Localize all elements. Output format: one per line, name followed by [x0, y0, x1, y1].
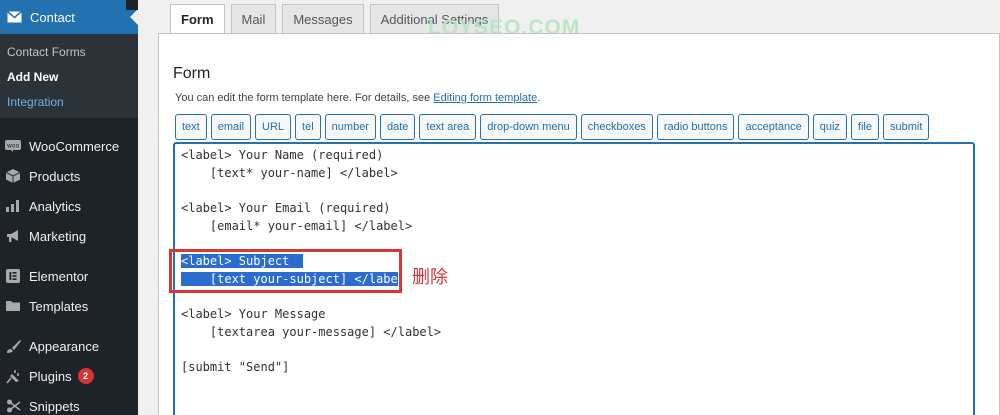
sidebar-item-snippets[interactable]: Snippets — [0, 392, 138, 415]
tab-mail[interactable]: Mail — [230, 4, 277, 33]
sidebar-item-elementor[interactable]: Elementor — [0, 262, 138, 290]
code-line: <label> Your Message — [181, 307, 326, 321]
tag-button-email[interactable]: email — [210, 114, 252, 140]
tag-button-tel[interactable]: tel — [295, 114, 321, 140]
annotation-highlight-box — [169, 249, 402, 293]
tag-button-file[interactable]: file — [850, 114, 879, 140]
description-text: You can edit the form template here. For… — [175, 92, 434, 104]
form-panel: Form You can edit the form template here… — [158, 33, 1000, 415]
sidebar-item-appearance[interactable]: Appearance — [0, 332, 138, 360]
tag-button-quiz[interactable]: quiz — [812, 114, 847, 140]
current-menu-arrow — [130, 9, 138, 25]
tag-button-number[interactable]: number — [324, 114, 376, 140]
tag-button-text[interactable]: text — [175, 114, 207, 140]
submenu-integration[interactable]: Integration — [7, 95, 64, 109]
update-count-badge: 2 — [77, 368, 94, 384]
megaphone-icon — [5, 228, 21, 244]
folder-icon — [5, 298, 21, 314]
submenu-contact-forms[interactable]: Contact Forms — [7, 45, 86, 59]
sidebar-item-label: Products — [29, 168, 81, 184]
sidebar-item-woocommerce[interactable]: woo WooCommerce — [0, 132, 138, 160]
sidebar-item-templates[interactable]: Templates — [0, 292, 138, 320]
code-line: [text* your-name] </label> — [181, 166, 398, 180]
tag-button-dropdown[interactable]: drop-down menu — [480, 114, 577, 140]
tag-button-acceptance[interactable]: acceptance — [738, 114, 809, 140]
code-line: <label> Your Email (required) — [181, 201, 391, 215]
annotation-delete-label: 删除 — [412, 267, 448, 288]
sidebar-item-label: Templates — [29, 298, 89, 314]
sidebar-item-label: Elementor — [29, 268, 89, 284]
sidebar-item-label: Marketing — [29, 228, 87, 244]
panel-title: Form — [173, 65, 211, 82]
admin-sidebar: Contact Contact Forms Add New Integratio… — [0, 0, 138, 415]
sidebar-item-label: Plugins — [29, 368, 72, 384]
box-icon — [5, 168, 21, 184]
editing-form-template-link[interactable]: Editing form template — [433, 92, 537, 104]
sidebar-item-label: Appearance — [29, 338, 100, 354]
code-line: [email* your-email] </label> — [181, 219, 413, 233]
woo-icon: woo — [5, 138, 21, 154]
bar-chart-icon — [5, 198, 21, 214]
tag-button-checkboxes[interactable]: checkboxes — [580, 114, 653, 140]
tag-button-radio[interactable]: radio buttons — [656, 114, 735, 140]
sidebar-item-label: WooCommerce — [29, 138, 120, 154]
tag-button-url[interactable]: URL — [255, 114, 292, 140]
elementor-icon — [5, 268, 21, 284]
tab-messages[interactable]: Messages — [282, 4, 364, 33]
tag-generator-buttons: text email URL tel number date text area… — [175, 114, 930, 140]
tab-form[interactable]: Form — [170, 4, 225, 34]
svg-text:woo: woo — [7, 143, 20, 150]
sidebar-item-analytics[interactable]: Analytics — [0, 192, 138, 220]
toolbar-corner — [126, 0, 138, 10]
sidebar-item-marketing[interactable]: Marketing — [0, 222, 138, 250]
sidebar-item-products[interactable]: Products — [0, 162, 138, 190]
plug-icon — [5, 368, 21, 384]
code-line: [textarea your-message] </label> — [181, 325, 442, 339]
scissors-icon — [5, 398, 21, 414]
tag-button-submit[interactable]: submit — [882, 114, 930, 140]
sidebar-item-label: Snippets — [29, 398, 80, 414]
envelope-icon — [6, 9, 22, 25]
tag-button-date[interactable]: date — [379, 114, 416, 140]
code-line: [submit "Send"] — [181, 360, 290, 374]
code-line: <label> Your Name (required) — [181, 148, 384, 162]
submenu-add-new[interactable]: Add New — [7, 70, 58, 84]
form-description: You can edit the form template here. For… — [175, 92, 540, 104]
contact-submenu: Contact Forms Add New Integration — [0, 34, 138, 118]
description-end: . — [537, 92, 541, 104]
sidebar-item-label: Analytics — [29, 198, 82, 214]
sidebar-item-plugins[interactable]: Plugins 2 — [0, 362, 138, 390]
tag-button-textarea[interactable]: text area — [419, 114, 477, 140]
sidebar-item-label: Contact — [30, 9, 75, 25]
sidebar-item-contact[interactable]: Contact — [0, 0, 138, 34]
brush-icon — [5, 338, 21, 354]
